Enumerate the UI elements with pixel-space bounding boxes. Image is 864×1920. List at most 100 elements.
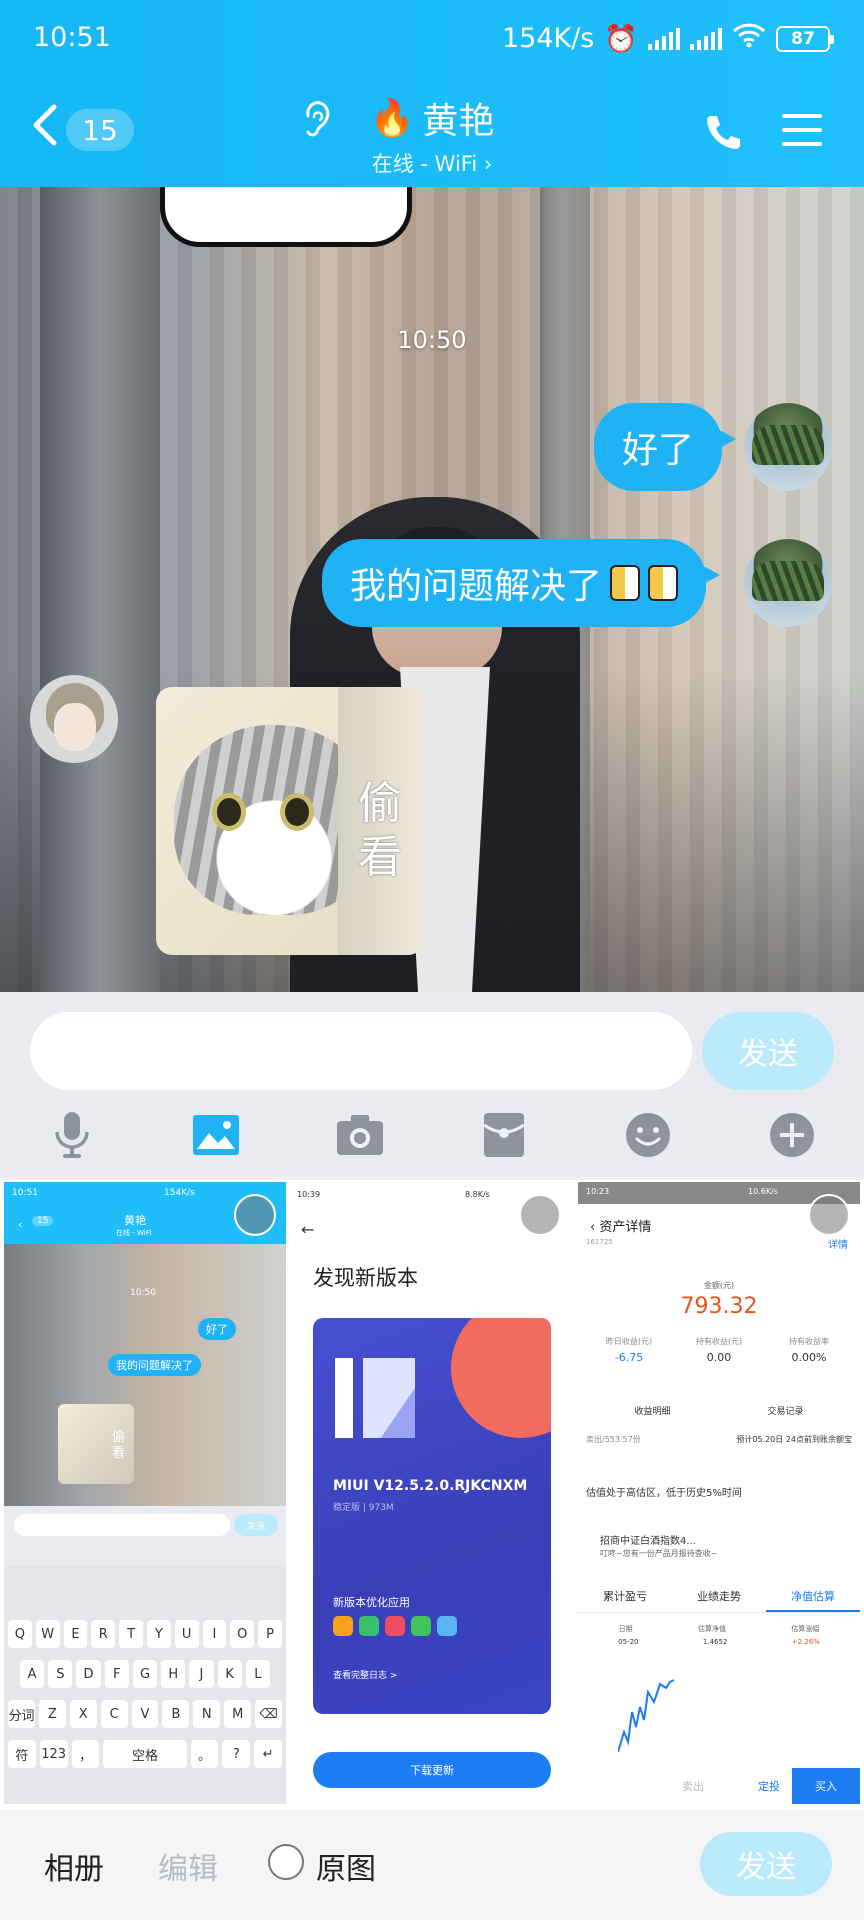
table-values: 05-20 1.4652 +2.26% <box>586 1638 852 1646</box>
gallery-photo[interactable]: 10:23 10.6K/s ‹ 资产详情 161725 详情 金额(元) 793… <box>578 1182 860 1804</box>
keyboard-key: K <box>217 1660 242 1688</box>
sell-button: 卖出 <box>682 1780 704 1793</box>
menu-icon[interactable] <box>782 114 822 148</box>
select-circle[interactable] <box>808 1194 850 1236</box>
battery-icon: 87 <box>776 25 834 52</box>
cat-eye <box>280 793 314 831</box>
optimized-text: 新版本优化应用 <box>333 1596 410 1609</box>
keyboard-key: G <box>132 1660 158 1688</box>
message-bubble-me[interactable]: 好了 <box>594 403 737 491</box>
keyboard-key: C <box>100 1700 128 1728</box>
mini-timestamp: 10:50 <box>130 1288 156 1298</box>
mini-chat: 10:50 好了 我的问题解决了 偷看 <box>4 1244 286 1506</box>
photo-gallery: 10:51 154K/s ‹ 15 黄艳 在线 - WiFi 10:50 好了 … <box>0 1180 864 1810</box>
tab-profit: 累计盈亏 <box>603 1590 647 1603</box>
composer-tools <box>0 1107 864 1167</box>
log-link: 查看完整日志 > <box>333 1671 398 1681</box>
sticker-text: 偷看 <box>358 778 402 883</box>
mini-time: 10:39 <box>297 1190 321 1199</box>
keyboard-key: M <box>224 1700 252 1728</box>
keyboard-key: B <box>162 1700 190 1728</box>
keyboard-key: R <box>91 1620 116 1648</box>
table-header: 估算涨幅 <box>791 1625 820 1633</box>
mini-speed: 8.8K/s <box>465 1190 490 1199</box>
original-label[interactable]: 原图 <box>316 1844 376 1888</box>
keyboard-key: ? <box>222 1740 251 1768</box>
mini-keyboard: QWERTYUIOP ASDFGHJKL 分词 Z X C V B N M ⌫ 符 123，空格。… <box>4 1566 286 1804</box>
alarm-icon: ⏰ <box>604 23 638 55</box>
stable-text: 稳定版 | 973M <box>333 1503 394 1513</box>
mini-composer: 发送 <box>4 1506 286 1566</box>
mini-name: 黄艳 <box>124 1214 146 1227</box>
app-icons <box>333 1616 457 1636</box>
plus-icon[interactable] <box>764 1107 820 1163</box>
expected-note: 预计05.20日 24点前到账余额宝 <box>736 1435 852 1444</box>
income-detail-link: 收益明细 <box>634 1407 671 1417</box>
contact-avatar[interactable] <box>30 675 118 763</box>
chat-area[interactable]: 10:50 好了 我的问题解决了 偷看 <box>0 187 864 992</box>
message-bubble-me[interactable]: 我的问题解决了 <box>322 539 721 627</box>
keyboard-key: Y <box>146 1620 171 1648</box>
buy-button: 买入 <box>792 1768 860 1804</box>
mini-back-icon: ‹ <box>18 1218 23 1231</box>
red-packet-icon[interactable] <box>476 1107 532 1163</box>
stat-label: 持有收益率 <box>789 1337 829 1346</box>
signal-icon <box>648 27 680 50</box>
mini-time: 10:51 <box>12 1188 38 1198</box>
keyboard-key: ， <box>71 1740 100 1768</box>
asset-title-text: 资产详情 <box>599 1220 652 1235</box>
keyboard-key: V <box>131 1700 159 1728</box>
mini-bubble: 好了 <box>198 1318 236 1340</box>
trade-record-link: 交易记录 <box>767 1407 804 1417</box>
emoji-icon <box>610 565 641 601</box>
keyboard-key: F <box>104 1660 129 1688</box>
signal-hd-icon <box>690 27 722 50</box>
sticker-message[interactable]: 偷看 <box>156 687 424 955</box>
stats-row: 昨日收益(元) -6.75 持有收益(元) 0.00 持有收益率 0.00% <box>584 1336 854 1364</box>
update-heading: 发现新版本 <box>313 1266 418 1290</box>
emoji-face-icon[interactable] <box>620 1107 676 1163</box>
sell-note: 卖出/553.57份 <box>586 1435 641 1444</box>
image-icon[interactable] <box>188 1107 244 1163</box>
valuation-text: 估值处于高估区，低于历史5%时间 <box>586 1488 742 1499</box>
keyboard-key: O <box>230 1620 255 1648</box>
select-circle[interactable] <box>234 1194 276 1236</box>
my-avatar[interactable] <box>744 539 832 627</box>
stat: 持有收益率 0.00% <box>764 1336 854 1364</box>
fund-tabs: 累计盈亏 业绩走势 净值估算 <box>578 1582 860 1613</box>
microphone-icon[interactable] <box>44 1107 100 1163</box>
phone-icon[interactable] <box>703 112 743 156</box>
album-button[interactable]: 相册 <box>44 1844 104 1888</box>
keyboard-key: P <box>258 1620 282 1648</box>
table-cell: 1.4652 <box>702 1638 728 1646</box>
table-headers: 日期 估算净值 估算涨幅 <box>586 1624 852 1634</box>
gallery-photo[interactable]: 10:51 154K/s ‹ 15 黄艳 在线 - WiFi 10:50 好了 … <box>4 1182 286 1804</box>
message-text: 好了 <box>622 430 695 471</box>
keyboard-key: 分词 <box>8 1700 35 1728</box>
keyboard-key: N <box>193 1700 221 1728</box>
composer-bar: 发送 <box>0 992 864 1177</box>
status-bar: 10:51 154K/s ⏰ 87 <box>0 18 864 62</box>
send-button[interactable]: 发送 <box>702 1012 834 1090</box>
message-text: 我的问题解决了 <box>350 566 603 607</box>
keyboard-key: X <box>69 1700 97 1728</box>
message-input[interactable] <box>30 1012 692 1090</box>
keyboard-key: 123 <box>39 1740 68 1768</box>
mini-input <box>14 1514 230 1536</box>
battery-level: 87 <box>791 28 815 49</box>
previous-sticker[interactable] <box>160 187 412 247</box>
stat-value: 0.00 <box>706 1351 732 1364</box>
cat-eye <box>212 793 246 831</box>
my-avatar[interactable] <box>744 403 832 491</box>
send-photo-button[interactable]: 发送 <box>700 1832 832 1896</box>
camera-icon[interactable] <box>332 1107 388 1163</box>
gallery-photo[interactable]: 10:39 8.8K/s ← 发现新版本 MIUI V12.5.2.0.RJKC… <box>289 1182 571 1804</box>
original-radio[interactable] <box>268 1844 304 1880</box>
keyboard-row: QWERTYUIOP <box>8 1620 282 1648</box>
mini-speed: 154K/s <box>164 1188 195 1198</box>
keyboard-row: 分词 Z X C V B N M ⌫ <box>8 1700 283 1728</box>
edit-button[interactable]: 编辑 <box>158 1844 218 1888</box>
select-circle[interactable] <box>519 1194 561 1236</box>
keyboard-key: 空格 <box>103 1740 187 1768</box>
fund-name: 招商中证白酒指数4... <box>600 1536 696 1547</box>
